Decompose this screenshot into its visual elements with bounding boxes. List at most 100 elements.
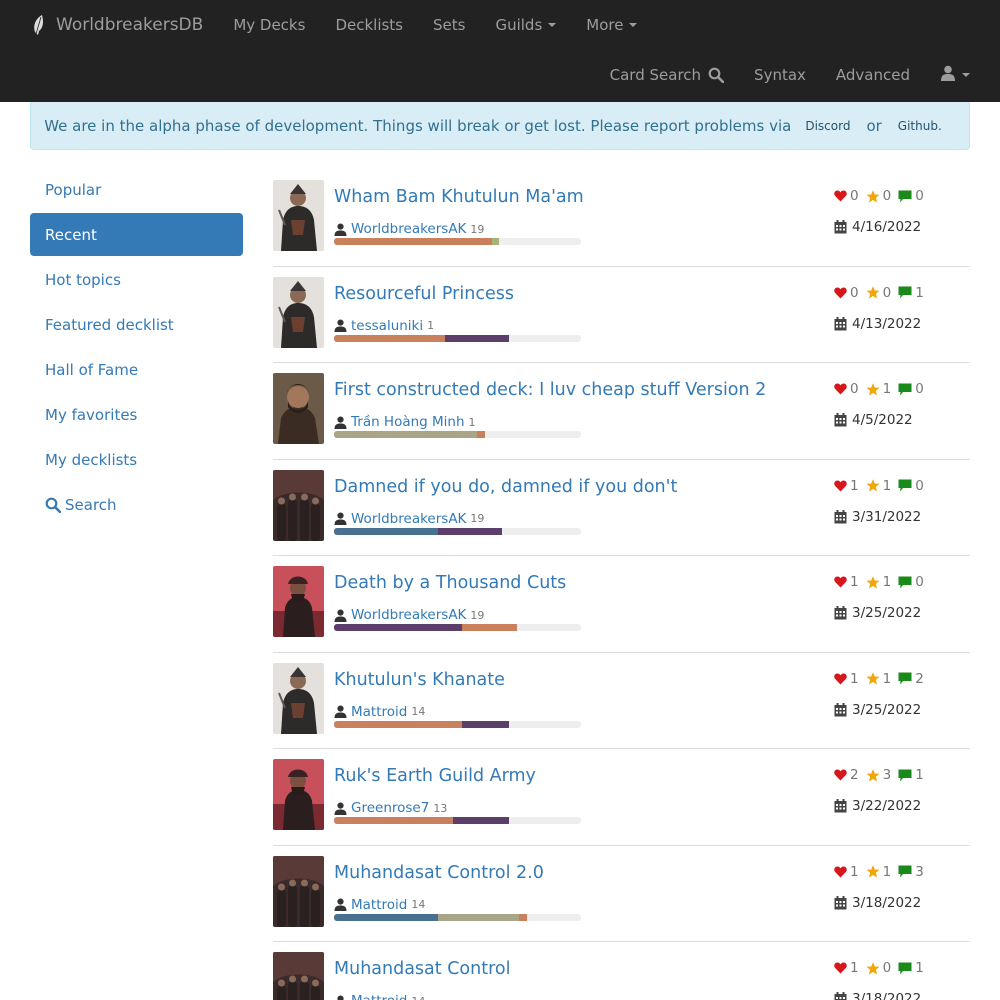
brand-link[interactable]: WorldbreakersDB bbox=[30, 14, 203, 36]
guild-bar-segment bbox=[519, 913, 527, 921]
navbar-secondary: Card Search Syntax Advanced bbox=[595, 50, 970, 100]
likes-count: 1 bbox=[850, 863, 859, 880]
decklist-date: 3/18/2022 bbox=[834, 991, 921, 1000]
guild-bar-segment bbox=[462, 720, 510, 728]
author-name-link[interactable]: Mattroid bbox=[351, 993, 407, 1000]
nav-more-dropdown[interactable]: More bbox=[571, 16, 652, 34]
decklist-author: tessaluniki 1 bbox=[334, 318, 434, 334]
decklist-title-link[interactable]: Muhandasat Control 2.0 bbox=[334, 863, 544, 883]
date-value: 3/25/2022 bbox=[852, 701, 922, 718]
author-reputation: 19 bbox=[470, 222, 485, 236]
alert-or: or bbox=[866, 116, 882, 135]
author-name-link[interactable]: WorldbreakersAK bbox=[351, 607, 466, 623]
deck-leader-thumbnail[interactable] bbox=[273, 566, 324, 637]
comment-icon bbox=[898, 672, 912, 685]
decklist-social-stats: 1 1 0 bbox=[834, 574, 931, 590]
guild-bar-segment bbox=[334, 431, 478, 438]
comment-icon bbox=[898, 769, 912, 782]
decklist-social-stats: 0 0 1 bbox=[834, 285, 931, 301]
deck-leader-thumbnail[interactable] bbox=[273, 662, 324, 734]
chevron-down-icon bbox=[629, 23, 638, 27]
sidebar-item-recent[interactable]: Recent bbox=[30, 213, 243, 256]
github-link[interactable]: Github. bbox=[898, 119, 942, 133]
author-name-link[interactable]: Greenrose7 bbox=[351, 800, 429, 816]
decklist-title-link[interactable]: First constructed deck: I luv cheap stuf… bbox=[334, 380, 766, 400]
nav-sets[interactable]: Sets bbox=[418, 16, 480, 34]
star-icon bbox=[866, 575, 880, 589]
author-name-link[interactable]: WorldbreakersAK bbox=[351, 221, 466, 237]
likes-count: 0 bbox=[850, 284, 859, 301]
favorites-count: 1 bbox=[882, 670, 892, 687]
likes-count: 0 bbox=[850, 381, 859, 397]
date-value: 3/31/2022 bbox=[852, 508, 922, 525]
navbar: WorldbreakersDB My Decks Decklists Sets … bbox=[0, 0, 1000, 102]
calendar-icon bbox=[834, 992, 847, 1000]
comment-icon bbox=[898, 383, 912, 396]
deck-leader-thumbnail[interactable] bbox=[273, 855, 324, 927]
decklist-date: 3/22/2022 bbox=[834, 798, 921, 814]
discord-link[interactable]: Discord bbox=[805, 119, 850, 133]
heart-icon bbox=[834, 866, 847, 878]
decklist-row: Ruk's Earth Guild Army Greenrose7 13 2 3 1 3/2… bbox=[273, 749, 970, 846]
author-name-link[interactable]: Mattroid bbox=[351, 897, 407, 913]
user-icon bbox=[334, 898, 347, 911]
nav-advanced[interactable]: Advanced bbox=[821, 66, 925, 84]
nav-card-search[interactable]: Card Search bbox=[595, 66, 739, 84]
brand-name: WorldbreakersDB bbox=[56, 15, 204, 35]
search-icon bbox=[45, 497, 61, 513]
user-menu-dropdown[interactable] bbox=[925, 65, 970, 85]
decklist-author: Mattroid 14 bbox=[334, 993, 425, 1000]
comments-count: 2 bbox=[915, 670, 924, 687]
nav-guilds-dropdown[interactable]: Guilds bbox=[480, 16, 571, 34]
author-name-link[interactable]: Mattroid bbox=[351, 704, 407, 720]
date-value: 3/22/2022 bbox=[852, 798, 922, 814]
author-name-link[interactable]: WorldbreakersAK bbox=[351, 511, 466, 527]
guild-bar-segment bbox=[437, 527, 502, 535]
decklist-title-link[interactable]: Damned if you do, damned if you don't bbox=[334, 477, 677, 497]
sidebar-item-my-favorites[interactable]: My favorites bbox=[30, 393, 243, 436]
decklist-title-link[interactable]: Khutulun's Khanate bbox=[334, 670, 505, 690]
nav-decklists[interactable]: Decklists bbox=[320, 16, 418, 34]
author-name-link[interactable]: tessaluniki bbox=[351, 318, 423, 334]
deck-leader-thumbnail[interactable] bbox=[273, 469, 324, 541]
deck-leader-thumbnail[interactable] bbox=[273, 180, 324, 251]
deck-leader-thumbnail[interactable] bbox=[273, 759, 324, 830]
decklist-title-link[interactable]: Death by a Thousand Cuts bbox=[334, 573, 566, 593]
decklist-title-link[interactable]: Wham Bam Khutulun Ma'am bbox=[334, 187, 584, 207]
guild-composition-bar bbox=[334, 238, 581, 245]
calendar-icon bbox=[834, 220, 847, 234]
date-value: 4/13/2022 bbox=[852, 315, 922, 332]
sidebar-item-popular[interactable]: Popular bbox=[30, 168, 243, 211]
sidebar-item-featured-decklist[interactable]: Featured decklist bbox=[30, 303, 243, 346]
nav-guilds-label: Guilds bbox=[495, 16, 543, 34]
star-icon bbox=[866, 286, 880, 299]
guild-composition-bar bbox=[334, 720, 581, 728]
sidebar-item-hall-of-fame[interactable]: Hall of Fame bbox=[30, 348, 243, 391]
decklist-title-link[interactable]: Ruk's Earth Guild Army bbox=[334, 766, 536, 786]
decklist-social-stats: 1 0 1 bbox=[834, 960, 931, 976]
decklist-title-link[interactable]: Resourceful Princess bbox=[334, 284, 514, 304]
guild-bar-segment bbox=[334, 817, 453, 824]
heart-icon bbox=[834, 190, 847, 202]
sidebar-item-search[interactable]: Search bbox=[30, 483, 243, 526]
nav-syntax[interactable]: Syntax bbox=[739, 66, 821, 84]
comments-count: 3 bbox=[915, 863, 924, 880]
user-icon bbox=[334, 995, 347, 1000]
nav-more-label: More bbox=[586, 16, 624, 34]
favorites-count: 0 bbox=[882, 284, 892, 301]
decklist-title-link[interactable]: Muhandasat Control bbox=[334, 959, 510, 979]
sidebar-item-hot-topics[interactable]: Hot topics bbox=[30, 258, 243, 301]
star-icon bbox=[866, 865, 880, 878]
sidebar-item-my-decklists[interactable]: My decklists bbox=[30, 438, 243, 481]
deck-leader-thumbnail[interactable] bbox=[273, 373, 324, 444]
date-value: 3/18/2022 bbox=[852, 894, 922, 911]
likes-count: 1 bbox=[850, 477, 859, 494]
deck-leader-thumbnail[interactable] bbox=[273, 952, 324, 1000]
star-icon bbox=[866, 189, 880, 203]
user-icon bbox=[334, 705, 347, 718]
deck-leader-thumbnail[interactable] bbox=[273, 276, 324, 348]
author-name-link[interactable]: Trần Hoàng Minh bbox=[351, 414, 465, 430]
decklist-social-stats: 0 0 0 bbox=[834, 188, 931, 204]
nav-my-decks[interactable]: My Decks bbox=[218, 16, 320, 34]
comments-count: 1 bbox=[915, 767, 924, 783]
